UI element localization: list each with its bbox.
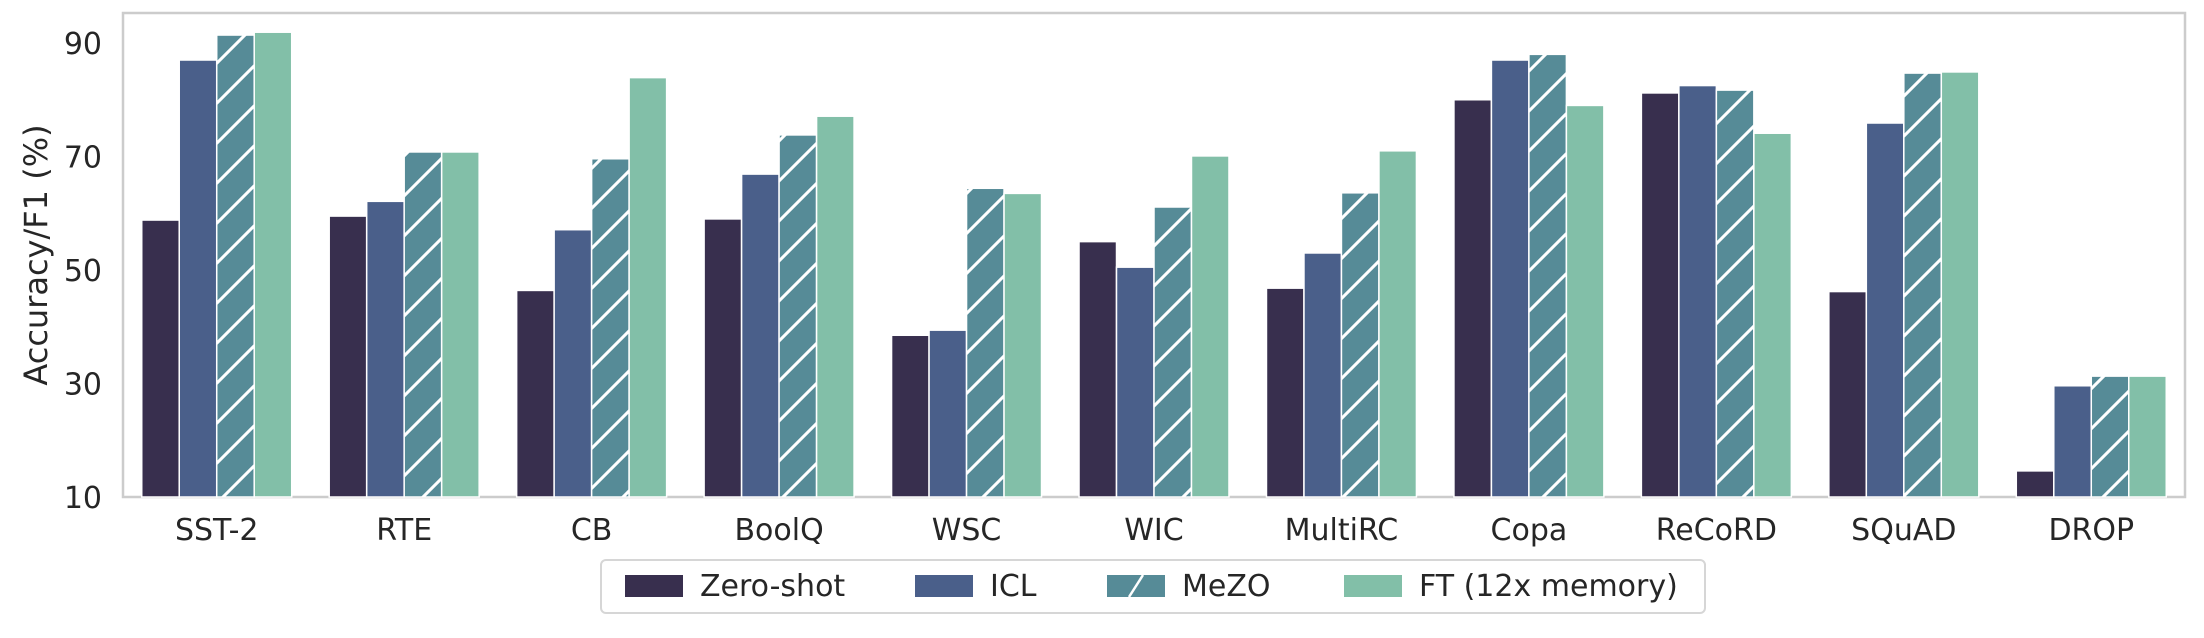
bar-hatch [779,134,817,497]
bar-zero-shot-wic [1078,240,1118,498]
bar-hatch [591,158,630,497]
bar-icl-drop [2053,385,2093,498]
y-tick-label: 50 [64,254,102,289]
bar-hatch [1903,73,1942,497]
bar-zero-shot-multirc [1265,287,1305,498]
x-tick-label: BoolQ [734,513,823,548]
bar-chart: 10 30 50 70 90 SST-2 RTE CB BoolQ WSC WIC MultiRC C… [17,11,2187,614]
bar-hatch [966,188,1005,497]
bar-icl-cb [553,228,593,498]
x-tick-label: ReCoRD [1656,513,1777,548]
legend-swatch-zero-shot [625,575,683,597]
bar-hatch [2091,376,2129,497]
y-tick-label: 30 [64,368,102,403]
legend-label: Zero-shot [700,569,845,604]
bar-icl-sst-2 [178,59,218,498]
bar-icl-rte [365,200,405,498]
x-tick-label: SQuAD [1851,513,1956,548]
bar-hatch [404,151,442,497]
bar-ft-12x-memory--multirc [1378,150,1418,498]
bar-zero-shot-cb [515,289,555,498]
bar-ft-12x-memory--cb [628,76,668,498]
bar-zero-shot-copa [1453,99,1493,498]
x-tick-label: CB [571,513,613,548]
bar-ft-12x-memory--record [1753,132,1793,498]
bar-icl-wic [1115,266,1155,498]
bar-ft-12x-memory--squad [1940,71,1980,498]
x-tick-label: Copa [1491,513,1568,548]
x-tick-label: WSC [932,513,1002,548]
bar-zero-shot-squad [1828,290,1868,498]
x-tick-label: RTE [376,513,432,548]
y-axis-title: Accuracy/F1 (%) [17,124,55,385]
bar-icl-boolq [740,173,780,498]
legend-swatch-icl [915,575,973,597]
bar-zero-shot-rte [328,215,368,498]
x-tick-label: MultiRC [1285,513,1399,548]
bar-zero-shot-record [1640,92,1680,498]
bar-icl-wsc [928,329,968,498]
bar-ft-12x-memory--sst-2 [253,31,293,498]
y-tick-label: 90 [64,27,102,62]
bar-ft-12x-memory--wic [1190,155,1230,498]
y-tick-label: 70 [64,141,102,176]
x-tick-label: DROP [2048,513,2134,548]
bar-hatch [216,35,255,498]
bar-ft-12x-memory--copa [1565,104,1605,498]
y-tick-label: 10 [64,481,102,516]
bar-icl-record [1678,84,1718,498]
bar-hatch [1528,54,1567,497]
bar-ft-12x-memory--boolq [815,115,855,498]
legend-label: MeZO [1182,569,1271,604]
bar-hatch [1716,90,1754,497]
legend-label: ICL [990,569,1037,604]
bar-hatch [1154,207,1192,497]
legend-swatch-ft-12x-memory- [1344,575,1402,597]
y-axis: 10 30 50 70 90 [64,27,102,516]
bar-zero-shot-boolq [703,218,743,498]
bar-icl-copa [1490,59,1530,498]
bar-ft-12x-memory--wsc [1003,192,1043,498]
bar-icl-squad [1865,122,1905,498]
legend: Zero-shot ICL MeZO FT (12x memory) [600,559,1706,614]
x-axis: SST-2 RTE CB BoolQ WSC WIC MultiRC Copa ReCoRD SQ… [175,513,2134,548]
bar-icl-multirc [1303,252,1343,498]
bar-ft-12x-memory--rte [440,151,480,498]
x-tick-label: SST-2 [175,513,259,548]
bar-hatch [1341,192,1379,497]
bar-ft-12x-memory--drop [2128,375,2168,498]
bar-zero-shot-sst-2 [140,219,180,498]
legend-label: FT (12x memory) [1419,569,1678,604]
bar-zero-shot-drop [2015,470,2055,498]
x-tick-label: WIC [1124,513,1183,548]
bar-zero-shot-wsc [890,334,930,498]
